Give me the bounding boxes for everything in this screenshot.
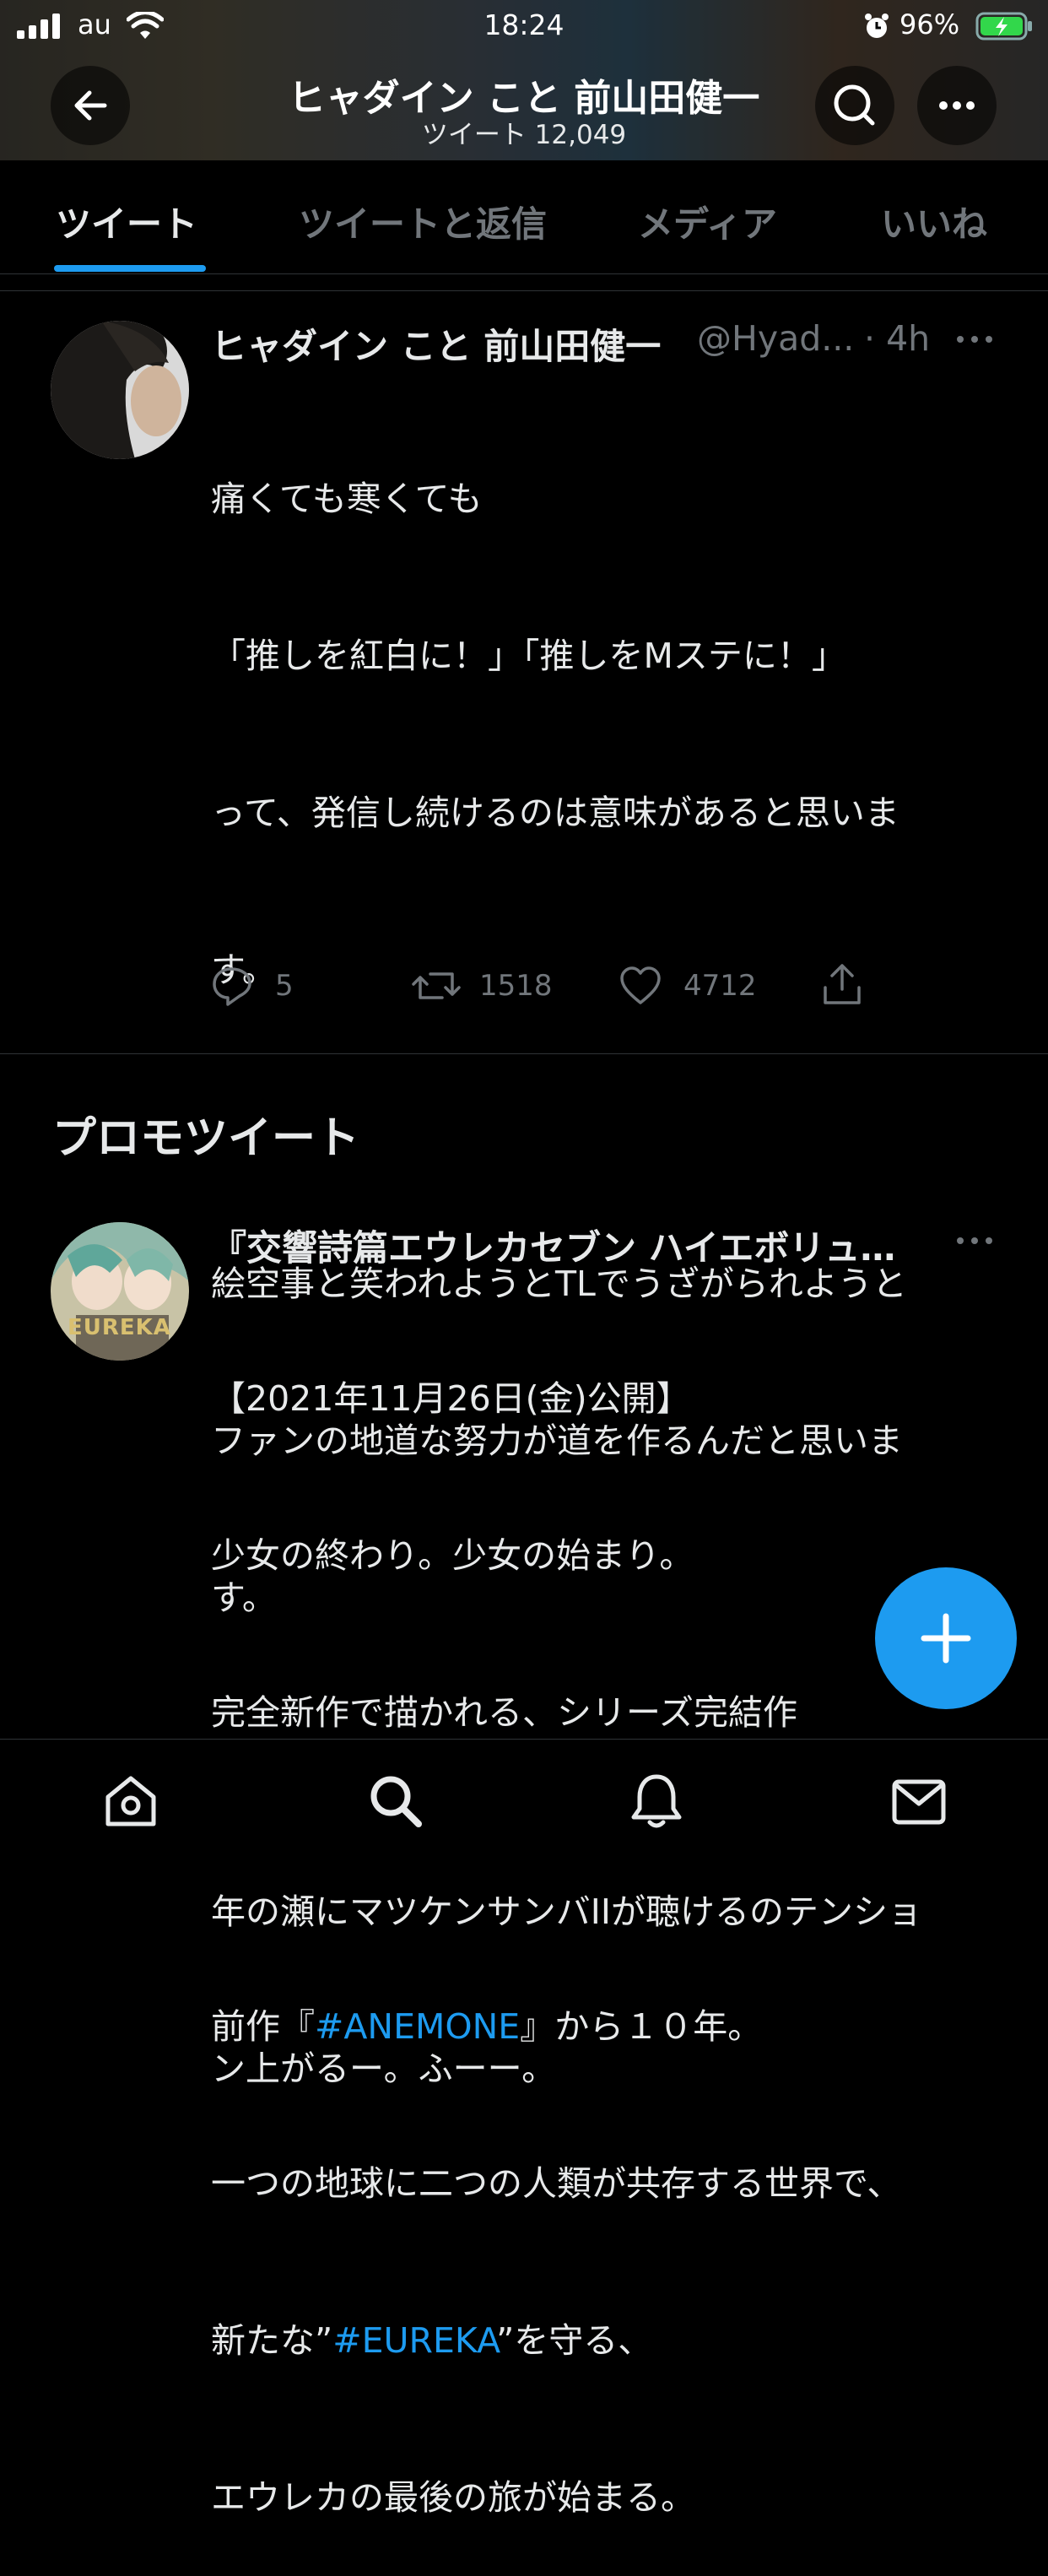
tweet-line: 新たな”#EUREKA”を守る、 bbox=[211, 2314, 996, 2367]
divider bbox=[0, 290, 1048, 291]
tab-likes[interactable]: いいね bbox=[881, 196, 987, 247]
battery-icon bbox=[975, 12, 1032, 41]
reply-icon[interactable] bbox=[211, 966, 253, 1006]
home-icon[interactable] bbox=[103, 1775, 159, 1829]
plus-icon bbox=[921, 1613, 971, 1664]
mail-icon[interactable] bbox=[891, 1778, 947, 1826]
avatar-photo bbox=[51, 321, 189, 459]
promo-tweet-text: 【2021年11月26日(金)公開】 少女の終わり。少女の始まり。 完全新作で描… bbox=[211, 1268, 996, 2576]
tweet-line: 一つの地球に二つの人類が共存する世界で、 bbox=[211, 2163, 902, 2204]
bell-icon[interactable] bbox=[629, 1772, 683, 1831]
avatar-logo-text: EUREKA bbox=[68, 1315, 171, 1340]
share-icon[interactable] bbox=[822, 962, 862, 1006]
tab-media[interactable]: メディア bbox=[638, 196, 777, 247]
author-name[interactable]: ヒャダイン こと 前山田健一 bbox=[211, 318, 661, 370]
tab-tweets-and-replies[interactable]: ツイートと返信 bbox=[299, 196, 547, 247]
tweet-line: す。 bbox=[211, 950, 277, 990]
like-count: 4712 bbox=[683, 969, 757, 1003]
battery-percent: 96% bbox=[899, 8, 960, 41]
tweet-line: 痛くても寒くても bbox=[211, 479, 483, 519]
text-segment: 新たな” bbox=[211, 2320, 333, 2361]
tweet-line: 前作『#ANEMONE』から１０年。 bbox=[211, 2000, 996, 2053]
profile-tabs: ツイート ツイートと返信 メディア いいね bbox=[0, 160, 1048, 274]
tweet-more-icon[interactable] bbox=[955, 331, 994, 348]
heart-icon[interactable] bbox=[619, 966, 662, 1006]
alarm-icon bbox=[865, 14, 889, 38]
promo-avatar[interactable]: EUREKA bbox=[51, 1222, 189, 1361]
tweet-line: 【2021年11月26日(金)公開】 bbox=[211, 1378, 691, 1419]
retweet-count: 1518 bbox=[479, 969, 553, 1003]
divider bbox=[0, 1053, 1048, 1054]
status-bar: au 18:24 96% bbox=[0, 0, 1048, 52]
search-icon bbox=[834, 84, 875, 126]
promoted-section-title: プロモツイート bbox=[52, 1113, 360, 1164]
search-button[interactable] bbox=[815, 66, 894, 145]
more-icon bbox=[939, 101, 975, 110]
reply-count: 5 bbox=[275, 969, 294, 1003]
text-segment: 前作『 bbox=[211, 2006, 315, 2047]
hashtag-anemone[interactable]: #ANEMONE bbox=[315, 2006, 520, 2047]
tweet-line: エウレカの最後の旅が始まる。 bbox=[211, 2477, 695, 2518]
tweet-line: って、発信し続けるのは意味があると思いま bbox=[211, 793, 899, 833]
author-handle[interactable]: @Hyad... bbox=[697, 318, 854, 359]
text-segment: 』から１０年。 bbox=[520, 2006, 763, 2047]
tweet-time: · 4h bbox=[864, 318, 931, 359]
author-avatar[interactable] bbox=[51, 321, 189, 459]
explore-search-icon[interactable] bbox=[368, 1773, 424, 1829]
retweet-icon[interactable] bbox=[412, 966, 461, 1006]
compose-tweet-button[interactable] bbox=[875, 1567, 1017, 1709]
bottom-nav bbox=[0, 1739, 1048, 1864]
promo-author-name[interactable]: 『交響詩篇エウレカセブン ハイエボリュ… bbox=[211, 1220, 945, 1271]
promo-more-icon[interactable] bbox=[955, 1232, 994, 1249]
tweet-line: 「推しを紅白に！」「推しをMステに！」 bbox=[211, 636, 846, 676]
text-segment: ”を守る、 bbox=[496, 2320, 653, 2361]
active-tab-indicator bbox=[54, 265, 206, 272]
more-button[interactable] bbox=[917, 66, 997, 145]
tab-tweets[interactable]: ツイート bbox=[56, 196, 197, 247]
hashtag-eureka[interactable]: #EUREKA bbox=[332, 2320, 496, 2361]
